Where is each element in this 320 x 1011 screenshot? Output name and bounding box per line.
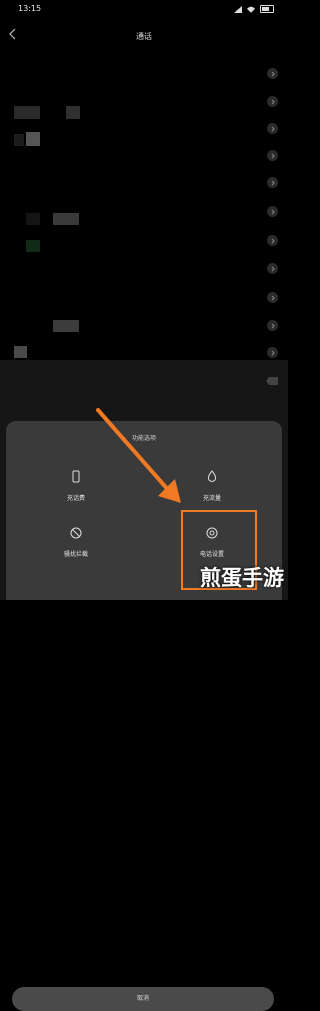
- list-item-chevron-icon[interactable]: [267, 206, 278, 217]
- blurred-contact: [26, 240, 40, 252]
- battery-icon: [260, 5, 274, 13]
- backspace-icon[interactable]: [266, 377, 278, 385]
- blurred-contact: [14, 106, 40, 119]
- page-title: 通话: [136, 32, 152, 41]
- list-item-chevron-icon[interactable]: [267, 177, 278, 188]
- list-item-chevron-icon[interactable]: [267, 292, 278, 303]
- list-item-chevron-icon[interactable]: [267, 263, 278, 274]
- list-item-chevron-icon[interactable]: [267, 150, 278, 161]
- blurred-contact: [66, 106, 80, 119]
- list-item-chevron-icon[interactable]: [267, 347, 278, 358]
- block-icon: [70, 527, 82, 539]
- blurred-contact: [53, 213, 79, 225]
- blurred-contact: [14, 134, 24, 146]
- phone-icon: [72, 470, 80, 483]
- sheet-title: 功能选项: [131, 435, 156, 442]
- status-time: 13:15: [18, 4, 42, 13]
- cancel-button[interactable]: 取消: [12, 987, 274, 1011]
- blurred-contact: [26, 213, 40, 225]
- signal-icon: [234, 5, 242, 13]
- watermark: 煎蛋手游: [200, 566, 284, 590]
- recharge-balance-option[interactable]: 充话费: [36, 469, 116, 502]
- option-label: 充流量: [202, 495, 221, 502]
- status-icons: [234, 5, 274, 13]
- header: 通话: [0, 22, 288, 50]
- blurred-contact: [53, 320, 79, 332]
- drop-icon: [207, 470, 217, 482]
- option-label: 充话费: [66, 495, 85, 502]
- blurred-contact: [14, 346, 27, 358]
- status-bar: 13:15: [0, 0, 288, 18]
- list-item-chevron-icon[interactable]: [267, 235, 278, 246]
- list-item-chevron-icon[interactable]: [267, 68, 278, 79]
- wifi-icon: [247, 6, 255, 13]
- harassment-block-option[interactable]: 骚扰拦截: [36, 525, 116, 558]
- blurred-contact: [26, 132, 40, 146]
- list-item-chevron-icon[interactable]: [267, 96, 278, 107]
- recharge-data-option[interactable]: 充流量: [172, 469, 252, 502]
- option-label: 骚扰拦截: [63, 551, 88, 558]
- list-item-chevron-icon[interactable]: [267, 123, 278, 134]
- list-item-chevron-icon[interactable]: [267, 320, 278, 331]
